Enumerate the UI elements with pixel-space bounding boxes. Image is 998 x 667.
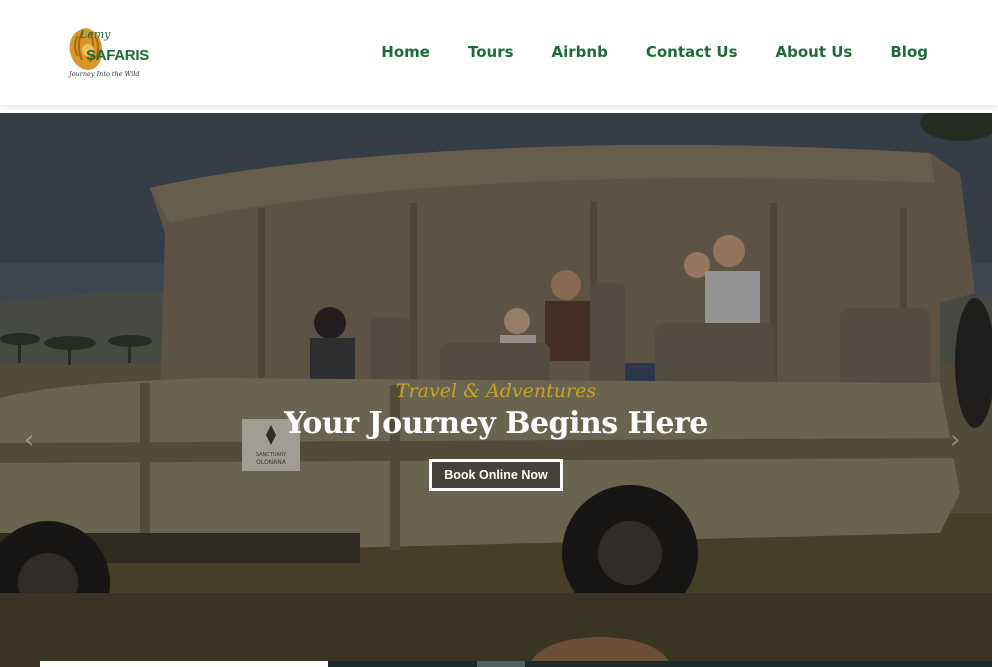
search-panel-edge — [40, 661, 328, 667]
nav-link-contact-us[interactable]: Contact Us — [646, 43, 738, 61]
nav-link-tours[interactable]: Tours — [468, 43, 514, 61]
hero-text-block: Travel & Adventures Your Journey Begins … — [0, 380, 992, 491]
book-online-button[interactable]: Book Online Now — [429, 459, 563, 491]
logo-tagline-sub: Journey Into the Wild — [69, 70, 140, 78]
hero-title: Your Journey Begins Here — [284, 406, 708, 441]
page: Lemy SAFARIS Journey Into the Wild Home … — [0, 0, 998, 667]
nav-link-blog[interactable]: Blog — [890, 43, 928, 61]
nav-link-airbnb[interactable]: Airbnb — [552, 43, 608, 61]
booking-bar-tab[interactable] — [477, 661, 525, 667]
hero-kicker: Travel & Adventures — [395, 380, 597, 402]
site-header: Lemy SAFARIS Journey Into the Wild Home … — [0, 0, 998, 105]
page-edge-strip — [992, 113, 998, 667]
nav-link-about-us[interactable]: About Us — [776, 43, 853, 61]
logo-tagline-top: Lemy — [80, 28, 111, 41]
nav-link-home[interactable]: Home — [381, 43, 430, 61]
logo-wordmark[interactable]: SAFARIS — [86, 47, 149, 64]
main-nav: Home Tours Airbnb Contact Us About Us Bl… — [381, 43, 928, 61]
booking-bar — [328, 661, 992, 667]
